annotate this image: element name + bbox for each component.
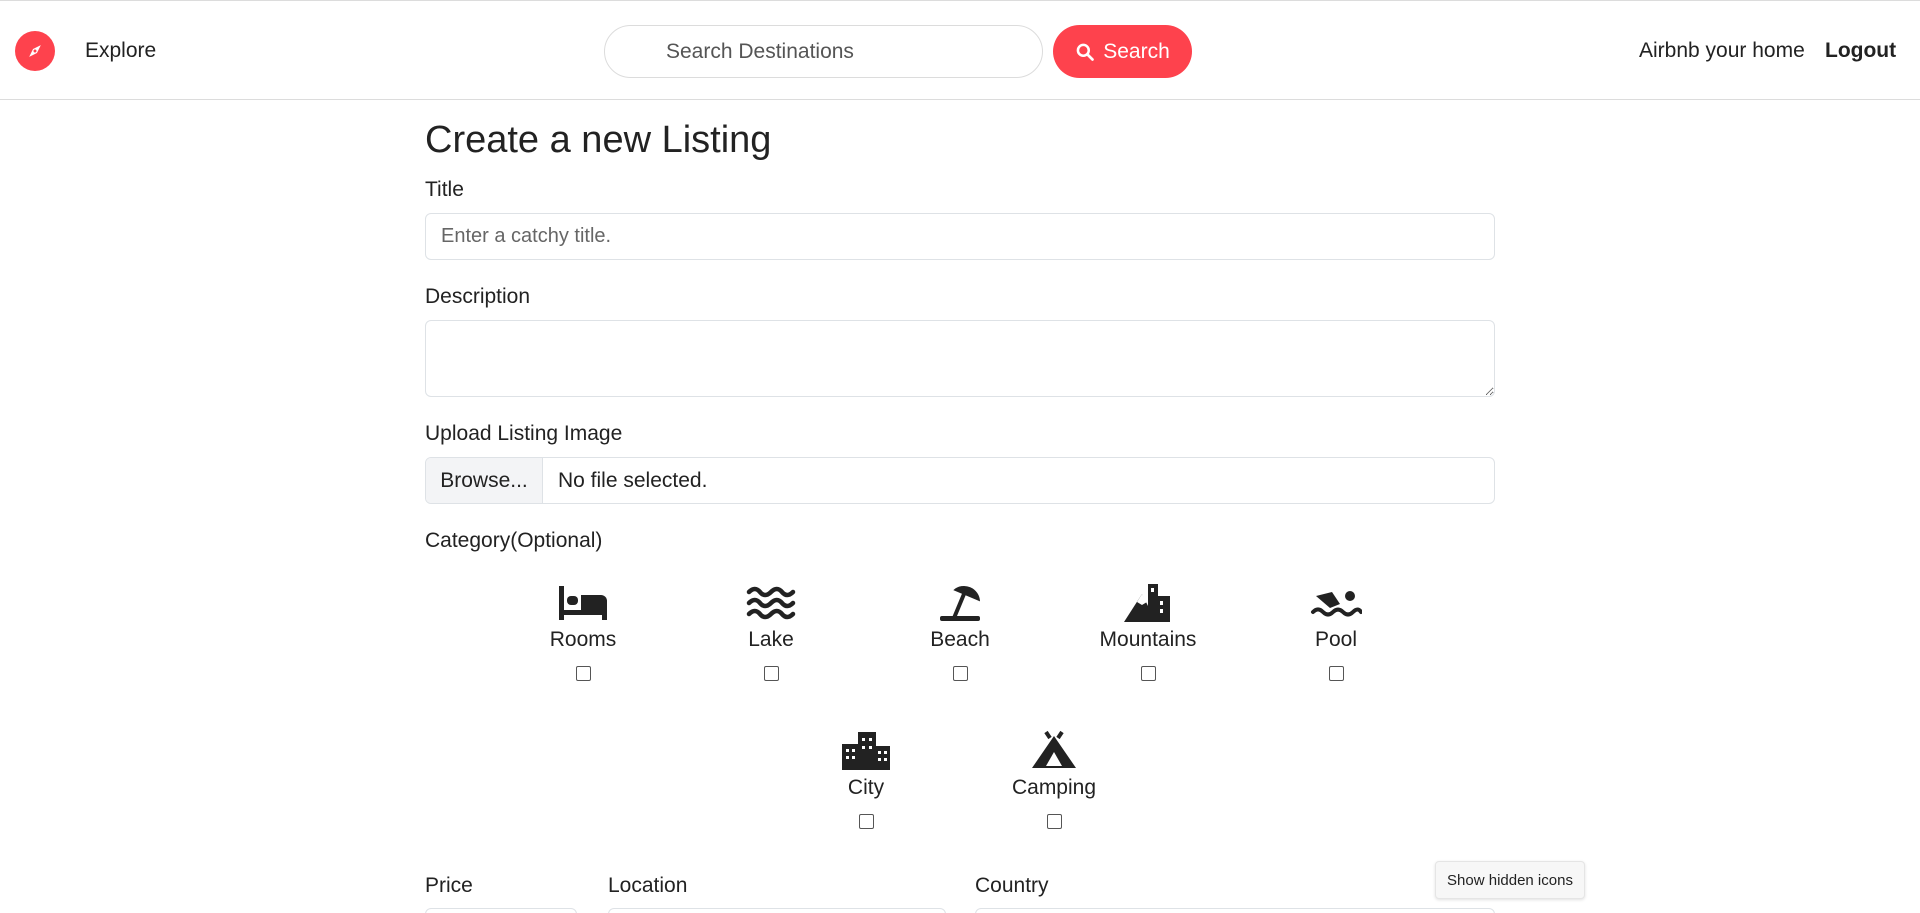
page-title: Create a new Listing (425, 119, 772, 161)
airbnb-your-home-link[interactable]: Airbnb your home (1639, 39, 1805, 63)
category-label-pool: Pool (1314, 628, 1358, 651)
country-label: Country (975, 874, 1049, 897)
category-checkbox-city[interactable] (858, 814, 874, 829)
search-button-label: Search (1103, 39, 1170, 63)
location-input[interactable] (608, 908, 946, 913)
category-beach[interactable]: Beach (895, 582, 1025, 681)
category-pool[interactable]: Pool (1271, 582, 1401, 681)
nav-explore-link[interactable]: Explore (85, 39, 156, 63)
country-input[interactable] (975, 908, 1495, 913)
price-input[interactable] (425, 908, 577, 913)
category-checkbox-rooms[interactable] (575, 666, 591, 681)
category-checkbox-camping[interactable] (1046, 814, 1062, 829)
file-status-text: No file selected. (558, 468, 708, 492)
search-icon (1076, 43, 1095, 61)
city-icon (842, 732, 890, 770)
category-label-beach: Beach (930, 628, 990, 651)
search-input[interactable] (604, 25, 1043, 78)
description-label: Description (425, 285, 531, 308)
search-button[interactable]: Search (1053, 25, 1192, 78)
navbar: Explore Search Airbnb your home Logout (0, 0, 1920, 100)
compass-logo-icon[interactable] (15, 31, 55, 71)
category-rooms[interactable]: Rooms (518, 582, 648, 681)
location-label: Location (608, 874, 688, 897)
category-mountains[interactable]: Mountains (1083, 582, 1213, 681)
category-checkbox-pool[interactable] (1328, 666, 1344, 681)
mountain-city-icon (1124, 584, 1170, 622)
browse-button[interactable]: Browse... (426, 458, 543, 503)
title-input[interactable] (425, 213, 1495, 260)
category-label-lake: Lake (748, 628, 794, 651)
category-label-camping: Camping (1011, 776, 1097, 799)
description-textarea[interactable] (425, 320, 1495, 397)
category-lake[interactable]: Lake (706, 582, 836, 681)
person-swimming-icon (1311, 591, 1362, 617)
category-label: Category(Optional) (425, 529, 603, 552)
umbrella-beach-icon (940, 586, 981, 621)
title-label: Title (425, 178, 464, 201)
price-label: Price (425, 874, 473, 897)
category-checkbox-lake[interactable] (763, 666, 779, 681)
campground-icon (1032, 730, 1076, 768)
category-label-mountains: Mountains (1099, 628, 1197, 651)
water-icon (746, 586, 796, 620)
logout-link[interactable]: Logout (1825, 39, 1896, 63)
bed-icon (559, 586, 607, 620)
image-file-input[interactable]: Browse... No file selected. (425, 457, 1495, 504)
category-camping[interactable]: Camping (989, 730, 1119, 829)
show-hidden-icons-tooltip: Show hidden icons (1435, 861, 1585, 899)
category-city[interactable]: City (801, 730, 931, 829)
category-checkbox-mountains[interactable] (1140, 666, 1156, 681)
category-checkbox-beach[interactable] (952, 666, 968, 681)
upload-image-label: Upload Listing Image (425, 422, 623, 445)
category-label-rooms: Rooms (549, 628, 617, 651)
category-label-city: City (847, 776, 885, 799)
